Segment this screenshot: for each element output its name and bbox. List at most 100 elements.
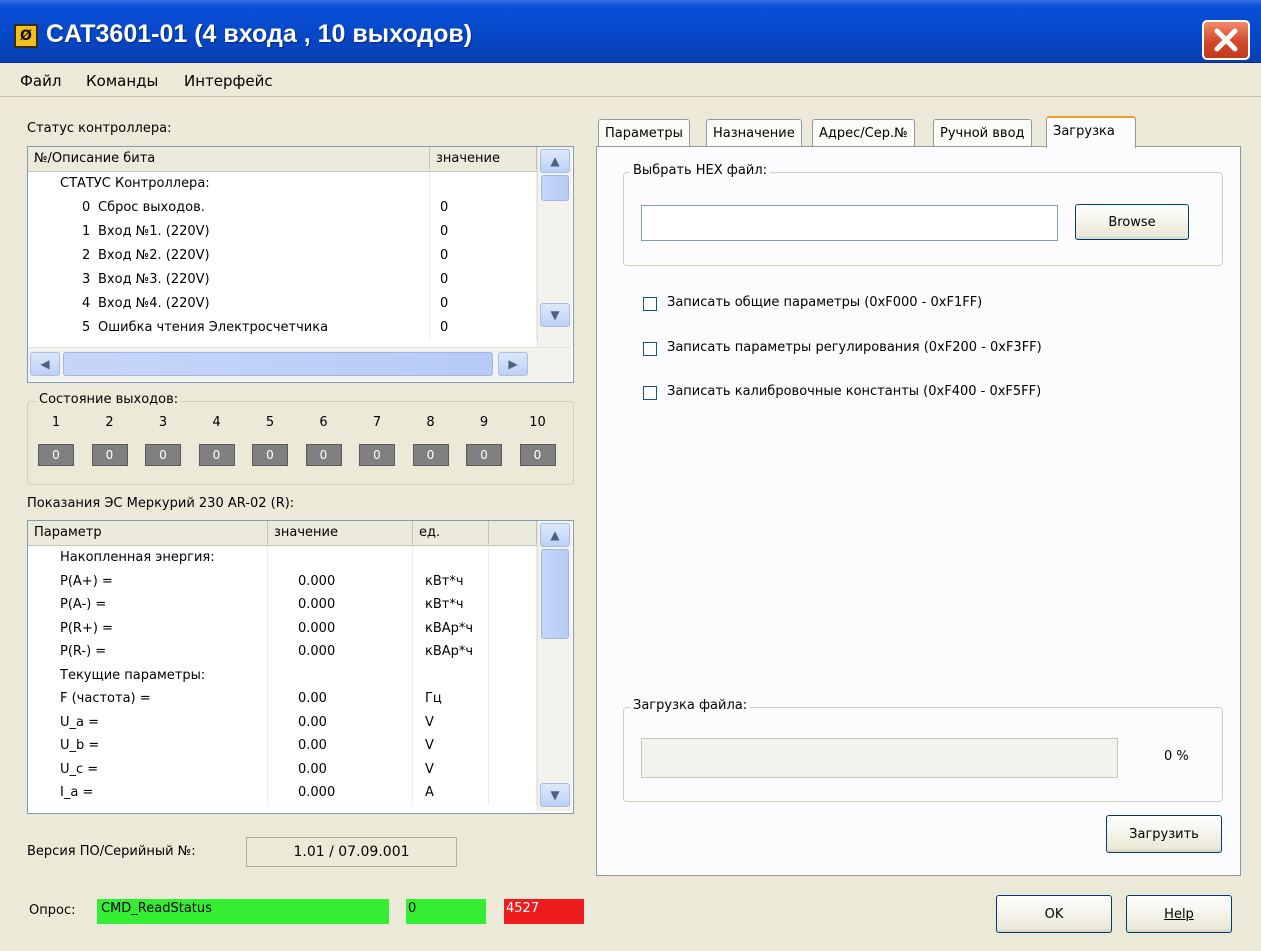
menu-interface[interactable]: Интерфейс bbox=[184, 72, 273, 90]
hscroll-thumb[interactable] bbox=[63, 352, 493, 376]
table-row[interactable]: 2 Вход №2. (220V) 0 bbox=[28, 244, 537, 268]
column-header-description[interactable]: №/Описание бита bbox=[28, 147, 430, 170]
table-row[interactable]: 4 Вход №4. (220V) 0 bbox=[28, 292, 537, 316]
cell-value: 0 bbox=[430, 244, 537, 268]
cell-parameter: I_a = bbox=[28, 781, 268, 805]
help-button-label: Help bbox=[1164, 906, 1194, 922]
cell-value: 0.00 bbox=[268, 710, 413, 735]
table-row[interactable]: Текущие параметры: bbox=[28, 663, 537, 688]
cell-value: 0.000 bbox=[268, 640, 413, 664]
cell-unit: Гц bbox=[413, 687, 489, 711]
tab-upload[interactable]: Загрузка bbox=[1046, 116, 1136, 148]
meter-list[interactable]: Параметр значение ед. Накопленная энерги… bbox=[27, 520, 574, 814]
table-row[interactable]: 1 Вход №1. (220V) 0 bbox=[28, 220, 537, 244]
tab-assignment[interactable]: Назначение bbox=[706, 119, 802, 147]
cell-value: 0 bbox=[430, 316, 537, 340]
cell-unit bbox=[413, 663, 489, 688]
output-number: 2 bbox=[105, 415, 114, 430]
table-row[interactable]: I_a = 0.000 A bbox=[28, 781, 537, 805]
column-header-value[interactable]: значение bbox=[268, 521, 413, 544]
poll-label: Опрос: bbox=[29, 903, 76, 918]
output-number: 10 bbox=[529, 415, 546, 430]
upload-progress-bar bbox=[641, 738, 1118, 778]
status-hscrollbar[interactable]: ◀ ▶ bbox=[28, 347, 571, 381]
column-header-unit[interactable]: ед. bbox=[413, 521, 489, 544]
cell-unit: V bbox=[413, 710, 489, 735]
cell-unit: V bbox=[413, 734, 489, 758]
cell-blank bbox=[489, 640, 537, 664]
table-row[interactable]: Накопленная энергия: bbox=[28, 546, 537, 570]
outputs-group-title: Состояние выходов: bbox=[36, 392, 182, 407]
scroll-up-button[interactable]: ▲ bbox=[540, 523, 570, 547]
upload-button[interactable]: Загрузить bbox=[1106, 815, 1222, 853]
column-header-value[interactable]: значение bbox=[430, 147, 537, 170]
tab-parameters[interactable]: Параметры bbox=[598, 119, 690, 147]
table-row[interactable]: P(A+) = 0.000 кВт*ч bbox=[28, 569, 537, 594]
output-state-box: 0 bbox=[412, 444, 449, 466]
cell-value: 0 bbox=[430, 196, 537, 220]
status-list[interactable]: №/Описание бита значение СТАТУС Контролл… bbox=[27, 146, 574, 383]
scroll-down-button[interactable]: ▼ bbox=[540, 783, 570, 807]
cell-value: 0 bbox=[430, 268, 537, 292]
chevron-up-icon: ▲ bbox=[550, 528, 560, 542]
output-state-box: 0 bbox=[359, 444, 395, 466]
cell-unit: кВт*ч bbox=[413, 593, 489, 617]
row-desc: Сброс выходов. bbox=[98, 200, 205, 215]
cell-parameter: P(R+) = bbox=[28, 616, 268, 641]
tab-manual-input[interactable]: Ручной ввод bbox=[933, 119, 1032, 147]
hex-file-input[interactable] bbox=[641, 205, 1058, 241]
cell-unit: кВАр*ч bbox=[413, 640, 489, 664]
menu-bar: Файл Команды Интерфейс bbox=[0, 63, 1261, 97]
table-row[interactable]: 3 Вход №3. (220V) 0 bbox=[28, 268, 537, 292]
table-row[interactable]: СТАТУС Контроллера: bbox=[28, 172, 537, 196]
column-header-parameter[interactable]: Параметр bbox=[28, 521, 268, 544]
table-row[interactable]: U_c = 0.00 V bbox=[28, 757, 537, 782]
scroll-thumb[interactable] bbox=[541, 175, 569, 201]
scroll-down-button[interactable]: ▼ bbox=[540, 303, 570, 327]
cell-description: 0 Сброс выходов. bbox=[28, 196, 430, 220]
cell-description: 1 Вход №1. (220V) bbox=[28, 220, 430, 244]
write-calibration-checkbox[interactable] bbox=[643, 386, 657, 400]
write-calibration-label[interactable]: Записать калибровочные константы (0xF400… bbox=[667, 384, 1041, 399]
cell-blank bbox=[489, 616, 537, 641]
table-row[interactable]: P(R-) = 0.000 кВАр*ч bbox=[28, 640, 537, 664]
scroll-up-button[interactable]: ▲ bbox=[540, 149, 570, 173]
status-list-header: №/Описание бита значение bbox=[28, 147, 537, 172]
meter-vscrollbar[interactable]: ▲ ▼ bbox=[537, 521, 572, 811]
cell-description: 3 Вход №3. (220V) bbox=[28, 268, 430, 292]
close-button[interactable] bbox=[1202, 20, 1250, 60]
table-row[interactable]: 0 Сброс выходов. 0 bbox=[28, 196, 537, 220]
output-state-box: 0 bbox=[198, 444, 235, 466]
table-row[interactable]: U_b = 0.00 V bbox=[28, 734, 537, 758]
poll-command-indicator: CMD_ReadStatus bbox=[97, 899, 389, 924]
table-row[interactable]: P(A-) = 0.000 кВт*ч bbox=[28, 593, 537, 617]
row-number: 1 bbox=[82, 224, 91, 239]
table-row[interactable]: P(R+) = 0.000 кВАр*ч bbox=[28, 616, 537, 641]
menu-file[interactable]: Файл bbox=[20, 72, 61, 90]
help-button[interactable]: Help bbox=[1126, 895, 1232, 933]
table-row[interactable]: U_a = 0.00 V bbox=[28, 710, 537, 735]
write-general-label[interactable]: Записать общие параметры (0xF000 - 0xF1F… bbox=[667, 295, 982, 310]
menu-commands[interactable]: Команды bbox=[86, 72, 158, 90]
status-vscrollbar[interactable]: ▲ ▼ bbox=[537, 147, 572, 347]
chevron-right-icon: ▶ bbox=[508, 357, 518, 371]
browse-button[interactable]: Browse bbox=[1075, 204, 1189, 240]
table-row[interactable]: F (частота) = 0.00 Гц bbox=[28, 687, 537, 711]
cell-value: 0 bbox=[430, 220, 537, 244]
row-desc: Ошибка чтения Электросчетчика bbox=[98, 320, 329, 335]
cell-unit: кВАр*ч bbox=[413, 616, 489, 641]
scroll-right-button[interactable]: ▶ bbox=[498, 352, 528, 376]
window-title: CAT3601-01 (4 входа , 10 выходов) bbox=[46, 20, 473, 48]
write-general-checkbox[interactable] bbox=[643, 297, 657, 311]
table-row[interactable]: 5 Ошибка чтения Электросчетчика 0 bbox=[28, 316, 537, 340]
ok-button[interactable]: OK bbox=[996, 895, 1112, 933]
write-regulation-label[interactable]: Записать параметры регулирования (0xF200… bbox=[667, 340, 1042, 355]
scroll-thumb[interactable] bbox=[541, 549, 569, 639]
write-regulation-checkbox[interactable] bbox=[643, 342, 657, 356]
cell-blank bbox=[489, 687, 537, 711]
row-number: 0 bbox=[82, 200, 91, 215]
scroll-left-button[interactable]: ◀ bbox=[30, 352, 60, 376]
tab-address[interactable]: Адрес/Сер.№ bbox=[812, 119, 915, 147]
status-label: Статус контроллера: bbox=[27, 121, 172, 136]
title-bar[interactable]: Ø CAT3601-01 (4 входа , 10 выходов) bbox=[0, 0, 1261, 63]
